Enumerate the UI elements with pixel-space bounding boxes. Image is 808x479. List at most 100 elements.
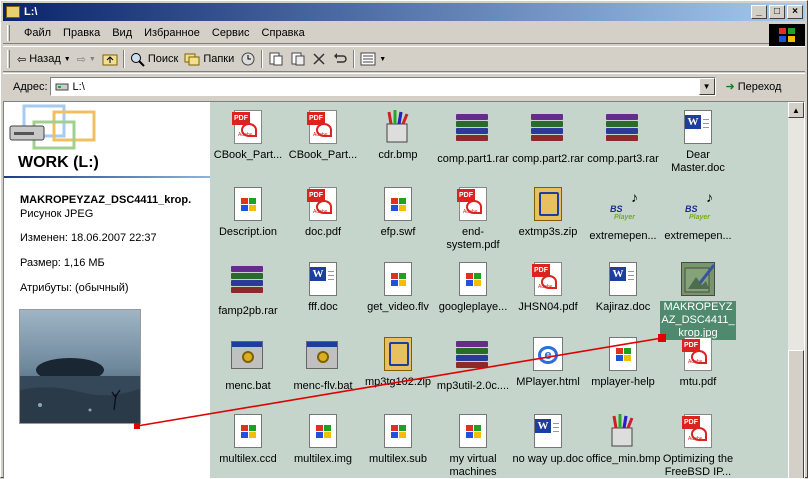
file-item[interactable]: Wfff.doc xyxy=(285,262,361,314)
scroll-up-button[interactable]: ▲ xyxy=(788,102,804,118)
file-icon xyxy=(231,414,265,450)
file-item[interactable]: menc.bat xyxy=(210,337,286,393)
history-button[interactable] xyxy=(237,48,259,70)
file-item[interactable]: PDF Adobe doc.pdf xyxy=(285,187,361,239)
file-item[interactable]: comp.part1.rar xyxy=(435,110,511,166)
delete-icon xyxy=(313,53,325,65)
file-item[interactable]: PDF Adobe JHSN04.pdf xyxy=(510,262,586,314)
banner-underline xyxy=(4,176,210,178)
selected-file-item[interactable]: MAKROPEYZAZ_DSC4411_krop.jpg xyxy=(660,262,736,340)
copy-to-icon xyxy=(291,52,305,66)
file-item[interactable]: Wno way up.doc xyxy=(510,414,586,466)
file-icon xyxy=(381,414,415,450)
file-item[interactable]: extmp3s.zip xyxy=(510,187,586,239)
file-item[interactable]: mp3util-2.0c.... xyxy=(435,337,511,393)
menu-grip[interactable] xyxy=(7,24,10,41)
file-item[interactable]: cdr.bmp xyxy=(360,110,436,162)
file-label: Descript.ion xyxy=(218,226,278,238)
menu-tools[interactable]: Сервис xyxy=(206,27,256,39)
file-label: famp2pb.rar xyxy=(218,305,278,317)
up-folder-button[interactable] xyxy=(99,48,121,70)
file-item[interactable]: PDF Adobe CBook_Part... xyxy=(285,110,361,162)
file-item[interactable]: multilex.img xyxy=(285,414,361,466)
toolbar-grip[interactable] xyxy=(7,50,10,68)
close-button[interactable]: × xyxy=(787,5,803,19)
file-label: end-system.pdf xyxy=(446,226,500,251)
search-button[interactable]: Поиск xyxy=(127,48,181,70)
minimize-button[interactable]: _ xyxy=(751,5,767,19)
vertical-scrollbar[interactable]: ▲ xyxy=(788,102,804,478)
menu-view[interactable]: Вид xyxy=(106,27,138,39)
file-item[interactable]: PDF Adobe end-system.pdf xyxy=(435,187,511,252)
bmp-icon xyxy=(606,414,640,450)
undo-button[interactable] xyxy=(329,48,351,70)
folders-button[interactable]: Папки xyxy=(181,48,237,70)
move-to-button[interactable] xyxy=(265,48,287,70)
file-item[interactable]: ♪ BS Player extremepen... xyxy=(660,187,736,243)
window-title: L:\ xyxy=(24,6,38,18)
file-item[interactable]: W Dear Master.doc xyxy=(660,110,736,175)
file-item[interactable]: W Kajiraz.doc xyxy=(585,262,661,314)
file-label: comp.part1.rar xyxy=(437,153,509,165)
file-item[interactable]: PDF Adobe Optimizing the FreeBSD IP... xyxy=(660,414,736,478)
file-item[interactable]: multilex.sub xyxy=(360,414,436,466)
title-bar[interactable]: L:\ _ □ × xyxy=(3,3,805,21)
file-item[interactable]: e MPlayer.html xyxy=(510,337,586,389)
back-button[interactable]: ⇦ Назад ▼ xyxy=(14,48,74,70)
file-item[interactable]: office_min.bmp xyxy=(585,414,661,466)
jpg-icon xyxy=(681,262,716,298)
file-item[interactable]: comp.part2.rar xyxy=(510,110,586,166)
pdf-icon: PDF Adobe xyxy=(306,187,340,223)
file-item[interactable]: famp2pb.rar xyxy=(210,262,286,318)
back-arrow-icon: ⇦ xyxy=(17,53,27,66)
file-icon xyxy=(306,414,340,450)
file-item[interactable]: my virtual machines xyxy=(435,414,511,478)
views-button[interactable]: ▼ xyxy=(357,48,389,70)
file-icon xyxy=(381,187,415,223)
html-icon: e xyxy=(531,337,565,373)
file-label: Optimizing the FreeBSD IP... xyxy=(662,453,734,478)
file-item[interactable]: mplayer-help xyxy=(585,337,661,389)
selected-file-name: MAKROPEYZAZ_DSC4411_krop. xyxy=(20,194,192,206)
file-item[interactable]: googleplaye... xyxy=(435,262,511,314)
maximize-button[interactable]: □ xyxy=(769,5,785,19)
file-label: Dear Master.doc xyxy=(671,149,725,174)
menu-file[interactable]: Файл xyxy=(18,27,57,39)
file-item[interactable]: comp.part3.rar xyxy=(585,110,661,166)
file-item[interactable]: PDF Adobe CBook_Part... xyxy=(210,110,286,162)
scroll-thumb[interactable] xyxy=(788,350,804,478)
file-item[interactable]: efp.swf xyxy=(360,187,436,239)
file-label: menc-flv.bat xyxy=(293,380,353,392)
menu-edit[interactable]: Правка xyxy=(57,27,106,39)
pdf-icon: PDF Adobe xyxy=(306,110,340,146)
doc-icon: W xyxy=(606,262,640,298)
file-item[interactable]: multilex.ccd xyxy=(210,414,286,466)
forward-button[interactable]: ⇨ ▼ xyxy=(74,48,99,70)
file-item[interactable]: ♪ BS Player extremepen... xyxy=(585,187,661,243)
delete-button[interactable] xyxy=(309,48,329,70)
file-label: no way up.doc xyxy=(512,453,584,465)
file-item[interactable]: menc-flv.bat xyxy=(285,337,361,393)
doc-icon: W xyxy=(531,414,565,450)
menu-help[interactable]: Справка xyxy=(256,27,311,39)
file-label: mtu.pdf xyxy=(679,376,717,388)
file-label: multilex.sub xyxy=(368,453,428,465)
file-item[interactable]: Descript.ion xyxy=(210,187,286,239)
menu-bar: Файл Правка Вид Избранное Сервис Справка xyxy=(3,22,805,44)
address-field[interactable]: L:\ ▼ xyxy=(49,77,716,96)
zip-icon xyxy=(531,187,565,223)
file-icon xyxy=(456,262,490,298)
file-label: efp.swf xyxy=(380,226,416,238)
file-item[interactable]: PDF Adobe mtu.pdf xyxy=(660,337,736,389)
file-item[interactable]: mp3tg102.zip xyxy=(360,337,436,389)
file-item[interactable]: get_video.flv xyxy=(360,262,436,314)
go-button[interactable]: ➜ Переход xyxy=(726,80,782,94)
chevron-down-icon: ▼ xyxy=(88,55,96,63)
pdf-icon: PDF Adobe xyxy=(456,187,490,223)
menu-favorites[interactable]: Избранное xyxy=(138,27,206,39)
file-label: doc.pdf xyxy=(304,226,342,238)
address-dropdown-button[interactable]: ▼ xyxy=(698,78,715,95)
file-label: extmp3s.zip xyxy=(518,226,578,238)
file-label: MPlayer.html xyxy=(516,376,580,388)
copy-to-button[interactable] xyxy=(287,48,309,70)
